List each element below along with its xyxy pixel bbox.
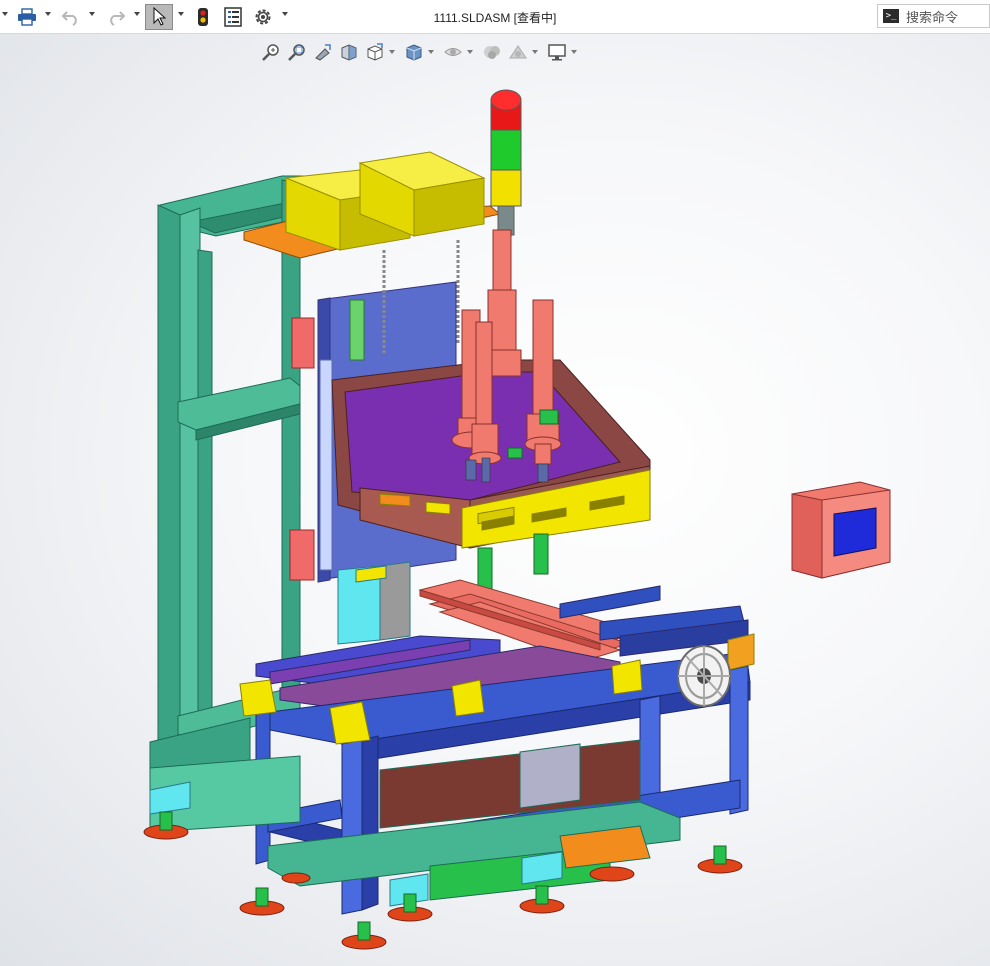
control-box: [791, 481, 891, 579]
cyan-cylinder-block: [337, 561, 411, 645]
assembly-model-3d[interactable]: [0, 34, 990, 966]
command-prompt-icon: >_: [883, 9, 899, 23]
search-commands-box[interactable]: >_ 搜索命令: [877, 4, 990, 28]
top-toolbar: 1111.SLDASM [查看中] >_ 搜索命令: [0, 0, 990, 34]
search-input[interactable]: 搜索命令: [906, 7, 958, 26]
graphics-area[interactable]: [0, 34, 990, 966]
window-title: 1111.SLDASM [查看中]: [433, 11, 557, 25]
handwheel: [677, 645, 731, 707]
